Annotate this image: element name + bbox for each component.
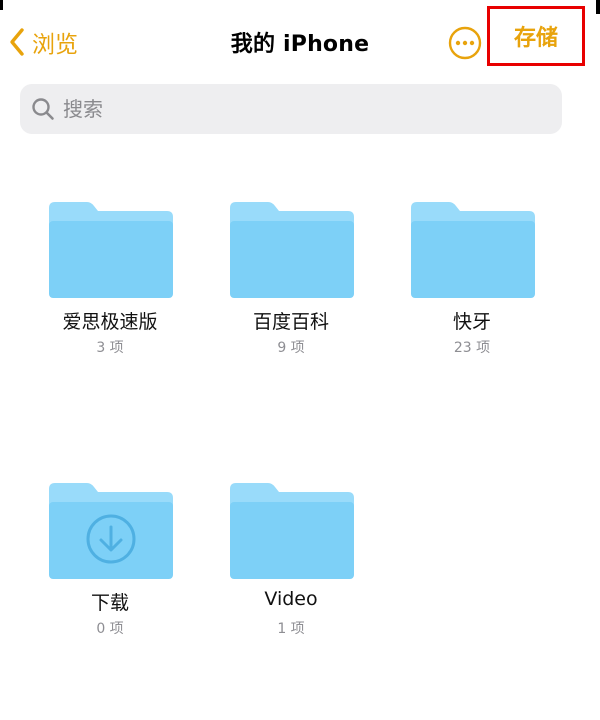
folder-item[interactable]: 百度百科 9 项 [211, 200, 371, 370]
chevron-left-icon [8, 27, 26, 57]
save-button[interactable]: 存储 [487, 6, 585, 66]
back-button-label: 浏览 [32, 32, 78, 58]
folder-icon [230, 481, 354, 579]
folder-name: 快牙 [452, 311, 491, 333]
search-input[interactable] [63, 97, 523, 121]
folder-item[interactable]: 下载 0 项 [30, 481, 190, 651]
folder-name: 下载 [90, 592, 129, 614]
folder-icon [49, 200, 173, 298]
folder-item-count: 23 项 [453, 340, 491, 356]
magnifier-icon [31, 97, 55, 121]
folder-item-count: 3 项 [96, 340, 124, 356]
folder-item[interactable]: Video 1 项 [211, 481, 371, 651]
search-bar[interactable] [20, 84, 562, 134]
more-options-button[interactable] [447, 25, 483, 61]
folder-name: 爱思极速版 [62, 311, 158, 333]
download-folder-icon [49, 481, 173, 579]
folder-item[interactable]: 快牙 23 项 [392, 200, 552, 370]
ellipsis-circle-icon [447, 26, 483, 65]
folder-item-count: 0 项 [96, 621, 124, 637]
folder-icon [411, 200, 535, 298]
folder-icon [230, 200, 354, 298]
back-button[interactable]: 浏览 [8, 22, 78, 62]
folder-name: 百度百科 [252, 311, 329, 333]
folder-item-count: 9 项 [277, 340, 305, 356]
navigation-bar: 浏览 我的 iPhone 存储 [0, 0, 600, 84]
folder-item-count: 1 项 [277, 621, 305, 637]
folder-item[interactable]: 爱思极速版 3 项 [30, 200, 190, 370]
save-button-label: 存储 [513, 26, 558, 51]
folder-name: Video [264, 588, 318, 610]
